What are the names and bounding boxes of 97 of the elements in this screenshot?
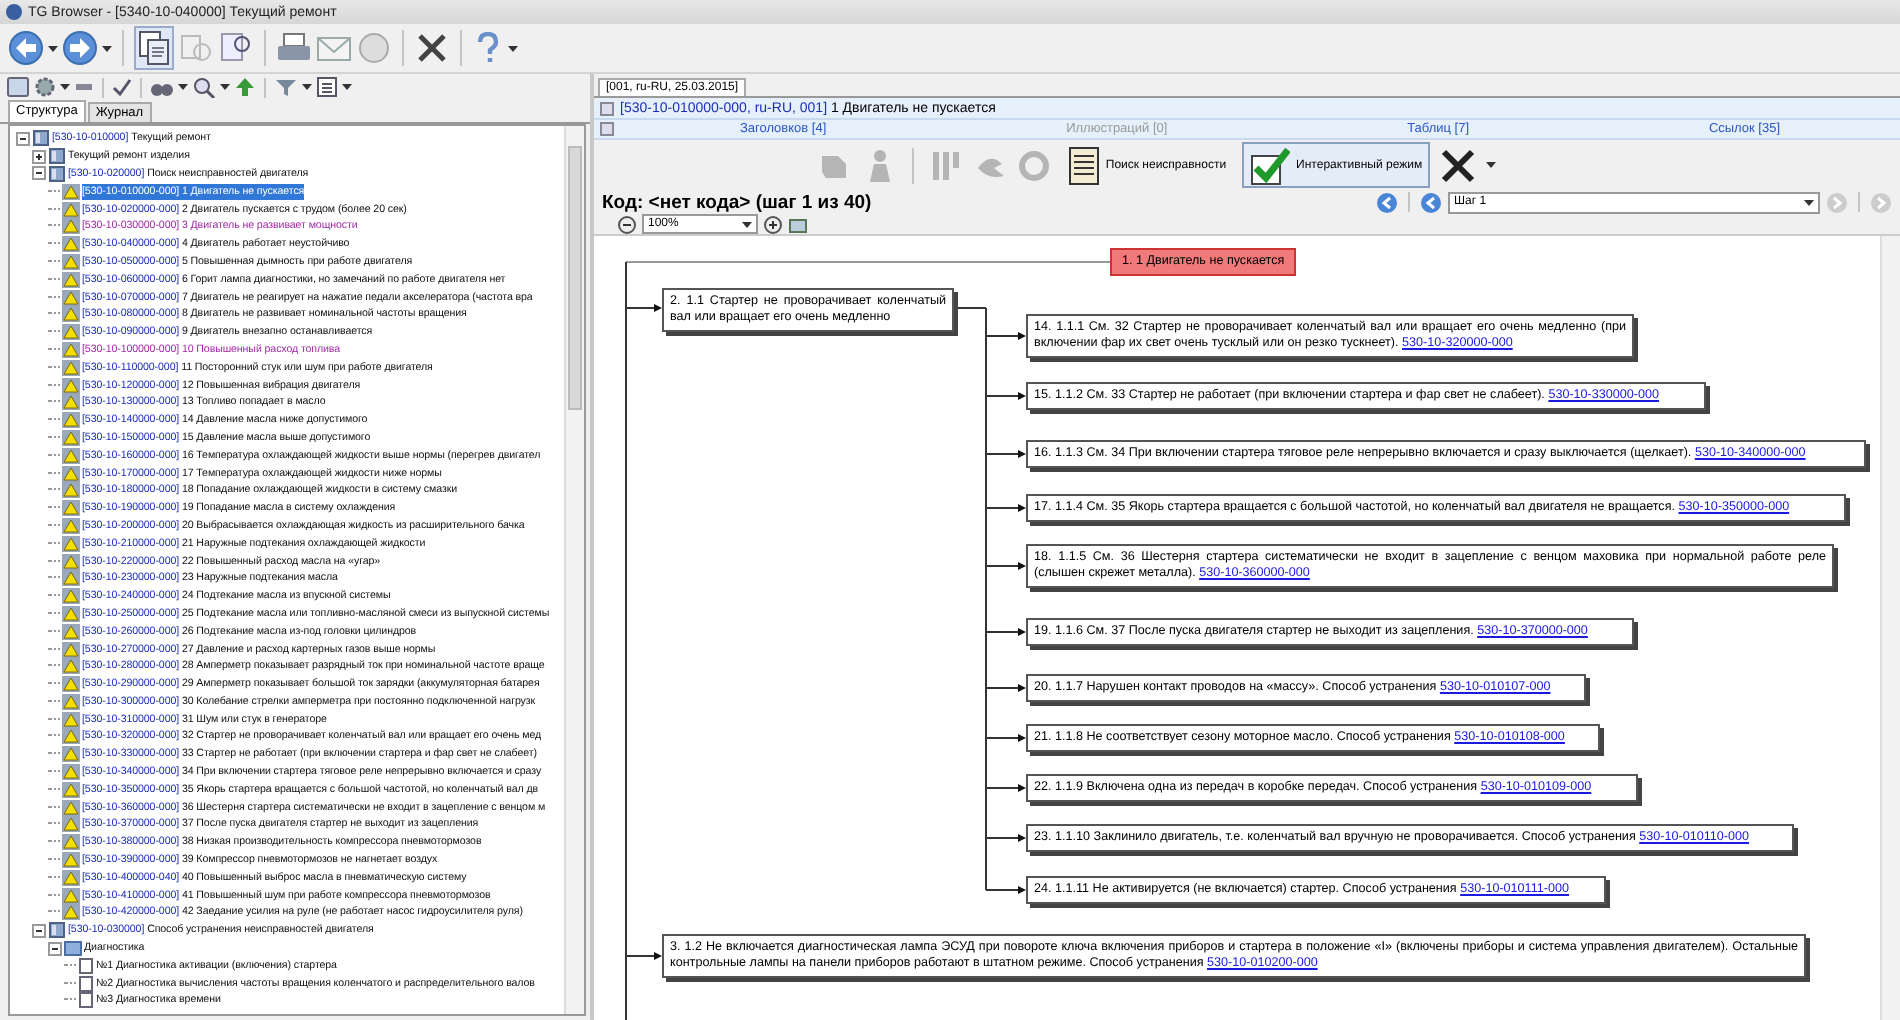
warning-icon [62,676,80,693]
book-icon [32,130,50,147]
caret-icon[interactable] [220,84,230,90]
connector-arrow [985,504,1026,512]
warning-icon [62,517,80,534]
warning-icon [62,553,80,570]
expander-icon[interactable] [48,941,62,956]
print-icon[interactable] [276,30,312,66]
caret-icon[interactable] [102,45,112,51]
caret-icon[interactable] [1804,199,1814,205]
caret-icon[interactable] [178,84,188,90]
caret-icon[interactable] [302,84,312,90]
warning-icon [62,394,80,411]
caret-icon[interactable] [342,84,352,90]
fit-icon[interactable] [788,215,808,233]
expander-icon[interactable] [32,923,46,938]
book-icon [48,148,66,165]
warning-icon [62,447,80,464]
connector-arrow [985,834,1026,842]
warning-icon [62,377,80,394]
warning-icon [62,781,80,798]
scrollbar[interactable] [564,126,584,1014]
connector-arrow [985,734,1026,742]
connector-arrow [985,886,1026,894]
zoom-icon[interactable] [192,76,216,98]
caret-icon[interactable] [508,45,518,51]
warning-icon [62,289,80,306]
connector-arrow [625,952,662,960]
warning-icon [62,218,80,235]
warning-icon [62,324,80,341]
checkmark-icon [1250,145,1291,185]
diagram-node[interactable] [662,934,1806,978]
warning-icon [62,183,80,200]
zoom-out-icon[interactable] [618,215,636,233]
back-icon[interactable] [8,30,44,66]
list-icon[interactable] [316,76,338,98]
warning-icon [62,341,80,358]
warning-icon [62,764,80,781]
warning-icon [62,693,80,710]
warning-icon [62,201,80,218]
warning-icon [62,412,80,429]
gear-icon[interactable] [34,76,56,98]
caret-icon[interactable] [48,45,58,51]
book-icon [48,922,66,939]
zoom-in-icon[interactable] [764,215,782,233]
connector-arrow [985,332,1026,340]
warning-icon [62,728,80,745]
caret-icon[interactable] [742,221,752,227]
app-icon [6,4,22,20]
expander-icon[interactable] [32,166,46,181]
warning-icon [62,465,80,482]
warning-icon [62,658,80,675]
warning-icon [62,570,80,587]
warning-icon [62,271,80,288]
warning-icon [62,359,80,376]
caret-icon[interactable] [1486,162,1497,168]
warning-icon [62,799,80,816]
check-icon[interactable] [112,76,132,98]
warning-icon [62,852,80,869]
warning-icon [62,535,80,552]
connector-arrow [985,684,1026,692]
warning-icon [62,605,80,622]
connector-arrow [985,628,1026,636]
warning-icon [62,904,80,921]
warning-icon [62,429,80,446]
connector-arrow [985,392,1026,400]
warning-icon [62,746,80,763]
warning-icon [62,306,80,323]
caret-icon[interactable] [60,84,70,90]
warning-icon [62,500,80,517]
book-icon [48,165,66,182]
previous-icon[interactable] [1376,191,1398,213]
connector-arrow [625,304,662,312]
warning-icon [62,711,80,728]
warning-icon [62,869,80,886]
documents-icon [138,30,170,66]
tree-view-button[interactable] [134,26,174,70]
expander-icon[interactable] [32,149,46,164]
folder-icon [64,940,82,957]
warning-icon [62,834,80,851]
warning-icon [62,482,80,499]
connector-arrow [985,562,1026,570]
warning-icon [62,887,80,904]
warning-icon [62,816,80,833]
expander-icon[interactable] [16,131,30,146]
scroll-thumb[interactable] [568,146,582,410]
connector-arrow [985,784,1026,792]
scrollbar[interactable] [1880,236,1900,1020]
connector-arrow [985,450,1026,458]
document-icon [1067,145,1100,185]
step-title: Код: <нет кода> (шаг 1 из 40) [602,191,872,213]
warning-icon [62,236,80,253]
warning-icon [62,588,80,605]
first-icon[interactable] [1420,191,1442,213]
warning-icon [62,623,80,640]
forward-icon[interactable] [62,30,98,66]
warning-icon [62,253,80,270]
